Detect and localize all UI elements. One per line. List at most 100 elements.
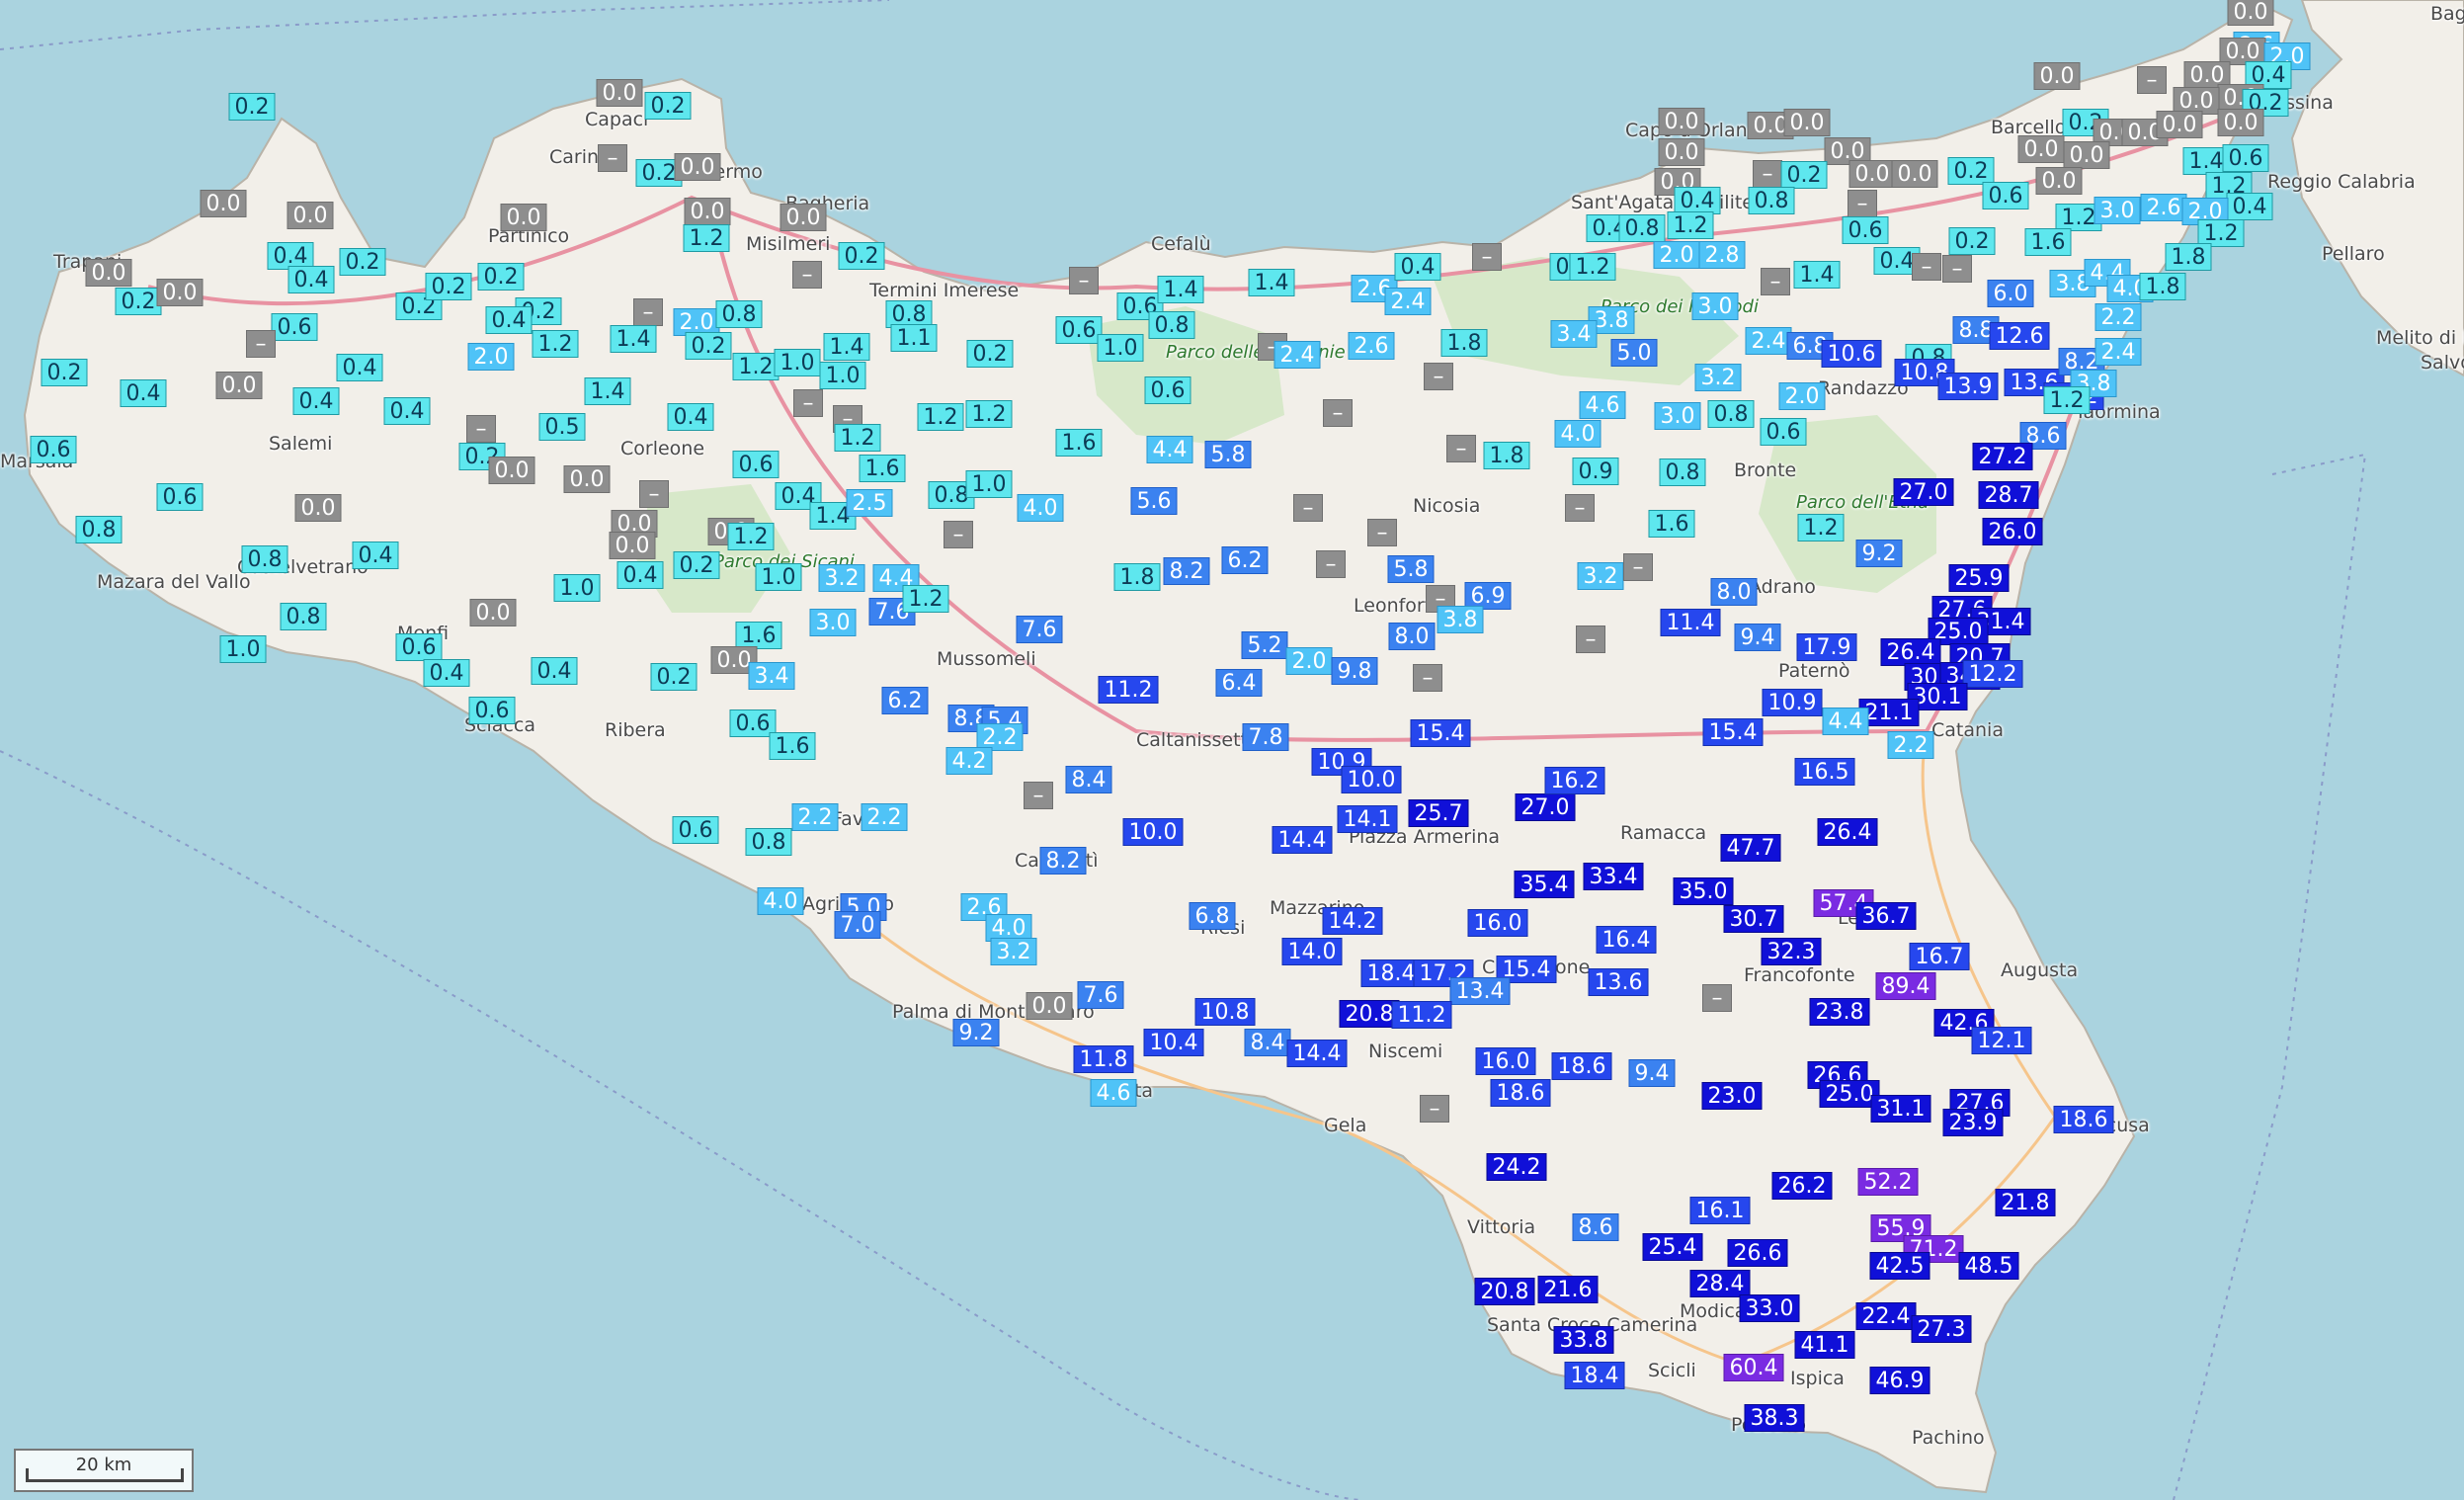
rain-value-marker[interactable]: 2.4	[1745, 327, 1792, 355]
rain-value-marker[interactable]: 0.2	[115, 288, 162, 315]
rain-value-marker[interactable]: 14.4	[1286, 1040, 1348, 1067]
no-data-marker[interactable]: –	[246, 330, 276, 358]
rain-value-marker[interactable]: 1.2	[902, 585, 949, 613]
rain-value-marker[interactable]: 5.2	[1241, 631, 1288, 659]
rain-value-marker[interactable]: 1.0	[755, 563, 802, 591]
rain-value-marker[interactable]: 0.4	[485, 306, 533, 334]
rain-value-marker[interactable]: 3.0	[2094, 197, 2141, 224]
rain-value-marker[interactable]: 1.6	[2024, 228, 2072, 256]
rain-value-marker[interactable]: 1.4	[823, 333, 870, 361]
rain-value-marker[interactable]: 0.6	[1842, 216, 1889, 244]
rain-value-marker[interactable]: 2.8	[1698, 241, 1746, 269]
rain-value-marker[interactable]: 0.6	[1144, 376, 1191, 404]
no-data-marker[interactable]: –	[1702, 984, 1732, 1012]
rain-value-marker[interactable]: 0.0	[200, 190, 247, 217]
rain-value-marker[interactable]: 0.6	[2222, 144, 2269, 172]
rain-value-marker[interactable]: 12.6	[1989, 322, 2050, 350]
rain-value-marker[interactable]: 0.2	[685, 332, 732, 360]
rain-value-marker[interactable]: 1.6	[769, 732, 816, 760]
rain-value-marker[interactable]: 2.6	[2140, 194, 2187, 221]
rain-value-marker[interactable]: 0.6	[156, 483, 204, 511]
rain-value-marker[interactable]: 0.2	[966, 340, 1014, 368]
rain-value-marker[interactable]: 36.7	[1855, 902, 1917, 930]
rain-value-marker[interactable]: 0.8	[1148, 311, 1195, 339]
rain-value-marker[interactable]: 1.0	[553, 574, 601, 602]
rain-value-marker[interactable]: 25.7	[1408, 799, 1469, 827]
rain-value-marker[interactable]: 1.2	[1569, 253, 1616, 281]
no-data-marker[interactable]: –	[466, 415, 496, 443]
no-data-marker[interactable]: –	[792, 261, 822, 289]
rain-value-marker[interactable]: 1.0	[774, 349, 821, 376]
rain-value-marker[interactable]: 0.0	[287, 202, 334, 229]
rain-value-marker[interactable]: 0.0	[780, 204, 827, 231]
rain-value-marker[interactable]: 3.2	[1577, 562, 1624, 590]
rain-value-marker[interactable]: 0.2	[228, 93, 276, 121]
rain-value-marker[interactable]: 1.0	[965, 470, 1013, 498]
rain-value-marker[interactable]: 1.0	[819, 362, 866, 389]
rain-value-marker[interactable]: 0.6	[1982, 182, 2029, 209]
rain-value-marker[interactable]: 0.8	[280, 603, 327, 630]
rain-value-marker[interactable]: 1.2	[683, 224, 730, 252]
rain-value-marker[interactable]: 1.8	[2139, 273, 2186, 300]
rain-value-marker[interactable]: 16.5	[1794, 758, 1855, 786]
rain-value-marker[interactable]: 2.2	[861, 803, 908, 831]
rain-value-marker[interactable]: 1.2	[917, 403, 964, 431]
rain-value-marker[interactable]: 0.0	[215, 372, 263, 399]
rain-value-marker[interactable]: 32.3	[1761, 938, 1822, 965]
rain-value-marker[interactable]: 14.2	[1322, 907, 1383, 935]
rain-value-marker[interactable]: 0.0	[156, 279, 204, 306]
rain-value-marker[interactable]: 0.0	[85, 259, 132, 287]
no-data-marker[interactable]: –	[1069, 267, 1099, 294]
rain-value-marker[interactable]: 1.6	[1055, 429, 1103, 457]
rain-value-marker[interactable]: 15.4	[1702, 718, 1764, 746]
rain-value-marker[interactable]: 15.4	[1410, 719, 1471, 747]
rain-value-marker[interactable]: 14.1	[1337, 805, 1398, 833]
no-data-marker[interactable]: –	[1446, 435, 1476, 462]
rain-value-marker[interactable]: 38.3	[1744, 1404, 1805, 1432]
rain-value-marker[interactable]: 0.6	[30, 436, 77, 463]
rain-value-marker[interactable]: 0.2	[41, 359, 88, 386]
rain-value-marker[interactable]: 0.8	[1659, 458, 1706, 486]
rain-value-marker[interactable]: 0.2	[644, 92, 692, 120]
rain-value-marker[interactable]: 1.8	[1113, 563, 1161, 591]
rain-value-marker[interactable]: 0.0	[1658, 138, 1705, 166]
rain-value-marker[interactable]: 0.0	[2156, 111, 2203, 138]
rain-value-marker[interactable]: 33.0	[1739, 1294, 1800, 1322]
rain-value-marker[interactable]: 60.4	[1723, 1354, 1784, 1381]
rain-value-marker[interactable]: 0.2	[425, 273, 472, 300]
rain-value-marker[interactable]: 4.0	[1017, 494, 1064, 522]
rain-value-marker[interactable]: 30.7	[1723, 905, 1784, 933]
rain-value-marker[interactable]: 8.0	[1710, 578, 1758, 606]
rain-value-marker[interactable]: 4.4	[1822, 708, 1869, 735]
rain-value-marker[interactable]: 3.4	[1550, 320, 1598, 348]
rain-value-marker[interactable]: 14.0	[1281, 938, 1343, 965]
rain-value-marker[interactable]: 6.4	[1215, 669, 1263, 697]
rain-value-marker[interactable]: 6.0	[1987, 280, 2034, 307]
rain-value-marker[interactable]: 18.4	[1360, 959, 1422, 987]
rain-value-marker[interactable]: 33.8	[1553, 1326, 1614, 1354]
rain-value-marker[interactable]: 26.2	[1771, 1172, 1833, 1200]
rain-value-marker[interactable]: 0.2	[339, 248, 386, 276]
rain-value-marker[interactable]: 26.4	[1817, 818, 1878, 846]
rain-value-marker[interactable]: 3.4	[748, 662, 795, 690]
rain-value-marker[interactable]: 11.4	[1660, 609, 1721, 636]
no-data-marker[interactable]: –	[598, 144, 627, 172]
rain-value-marker[interactable]: 8.4	[1244, 1029, 1291, 1056]
rain-value-marker[interactable]: 4.6	[1579, 391, 1626, 419]
rain-value-marker[interactable]: 3.0	[1654, 402, 1701, 430]
rain-value-marker[interactable]: 1.0	[1097, 334, 1144, 362]
rain-value-marker[interactable]: 20.8	[1339, 1000, 1400, 1028]
rain-value-marker[interactable]: 5.6	[1130, 487, 1178, 515]
rain-value-marker[interactable]: 1.2	[727, 523, 775, 550]
rain-value-marker[interactable]: 23.9	[1942, 1109, 2004, 1136]
rain-value-marker[interactable]: 2.2	[2094, 303, 2142, 331]
rain-value-marker[interactable]: 0.0	[609, 532, 656, 559]
rain-value-marker[interactable]: 42.5	[1869, 1252, 1930, 1280]
rain-value-marker[interactable]: 18.6	[1490, 1079, 1551, 1107]
rain-value-marker[interactable]: 11.8	[1073, 1045, 1134, 1073]
rain-value-marker[interactable]: 7.6	[1077, 981, 1124, 1009]
rain-value-marker[interactable]: 0.0	[2063, 141, 2110, 169]
rain-value-marker[interactable]: 2.5	[846, 489, 893, 517]
rain-value-marker[interactable]: 6.8	[1189, 902, 1236, 930]
rain-value-marker[interactable]: 1.2	[732, 353, 780, 380]
